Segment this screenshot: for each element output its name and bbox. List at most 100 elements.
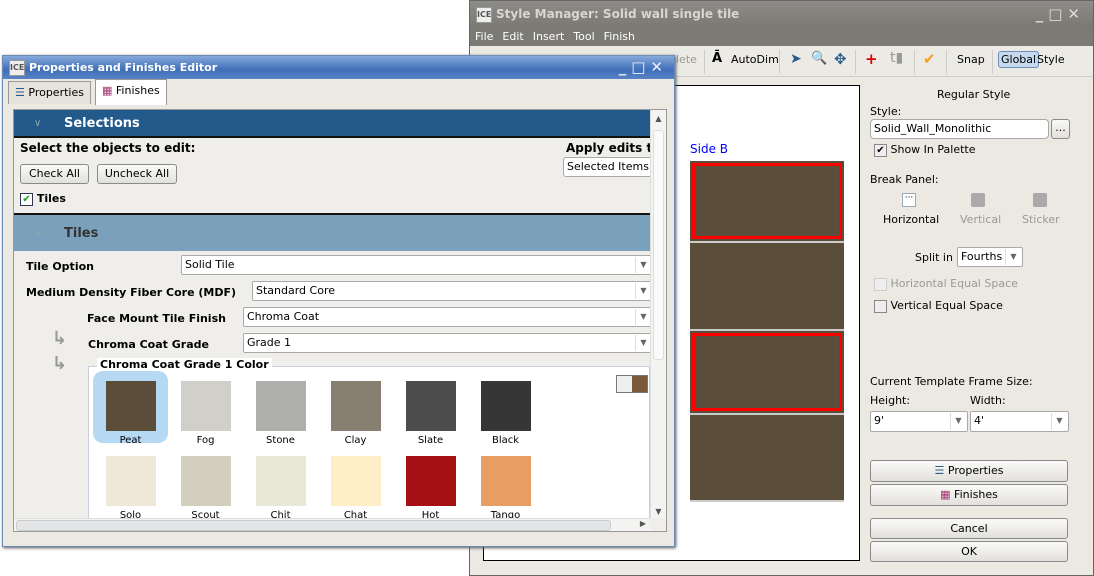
tile-panel-4[interactable] [690,415,844,502]
remove-panel-icon[interactable]: t▮ [890,50,903,66]
show-in-palette-checkbox[interactable]: ✔ Show In Palette [874,143,976,157]
ok-button[interactable]: OK [870,541,1068,562]
mdf-select[interactable]: Standard Core ▼ [252,281,653,301]
app-icon: ICE [476,7,492,23]
tab-finishes[interactable]: ▦ Finishes [95,79,167,105]
width-select[interactable]: 4' ▼ [970,411,1069,432]
break-sticker-option[interactable]: Sticker [1022,213,1060,226]
properties-button[interactable]: ☰ Properties [870,460,1068,482]
app-icon: ICE [9,60,25,76]
color-swatch-slate[interactable]: Slate [393,371,468,446]
scroll-thumb[interactable] [16,520,611,531]
color-swatch-black[interactable]: Black [468,371,543,446]
menu-bar: File Edit Insert Tool Finish [470,28,1093,46]
scroll-down-icon[interactable]: ▼ [651,507,666,516]
chroma-grade-label: Chroma Coat Grade [88,338,209,351]
menu-file[interactable]: File [470,28,497,43]
break-horizontal-option[interactable]: Horizontal [883,213,939,226]
view-toggle-icon[interactable] [616,375,648,393]
tile-panel-2[interactable] [690,243,844,331]
horizontal-scrollbar[interactable]: ▶ [14,518,650,531]
snap-button[interactable]: Snap [957,53,985,66]
add-panel-icon[interactable]: + [865,50,878,68]
color-swatch-hot[interactable]: Hot [393,446,468,521]
scroll-up-icon[interactable]: ▲ [651,114,666,123]
uncheck-all-button[interactable]: Uncheck All [97,164,177,184]
maximize-icon[interactable]: □ [1048,5,1067,23]
minimize-icon[interactable]: _ [619,58,632,76]
style-toggle[interactable]: Style [1037,53,1065,66]
close-icon[interactable]: ✕ [650,58,668,76]
width-label: Width: [970,394,1006,407]
horizontal-equal-space-checkbox[interactable]: Horizontal Equal Space [874,277,1018,291]
editor-title: Properties and Finishes Editor [29,61,218,74]
color-swatch-scout[interactable]: Scout [168,446,243,521]
pointer-icon[interactable]: ➤ [790,51,802,67]
apply-edits-label: Apply edits t [566,141,653,155]
style-field[interactable]: Solid_Wall_Monolithic [870,119,1049,139]
check-all-button[interactable]: Check All [20,164,89,184]
tiles-checkbox[interactable]: ✔ Tiles [20,192,66,206]
maximize-icon[interactable]: □ [631,58,650,76]
horizontal-break-icon[interactable]: ··· [902,193,916,207]
color-swatch-peat[interactable]: Peat [93,371,168,446]
browse-style-button[interactable]: ... [1051,119,1070,139]
color-swatch-clay[interactable]: Clay [318,371,393,446]
delete-button[interactable]: lete [676,53,697,66]
global-toggle[interactable]: Global [998,51,1040,68]
chevron-down-icon: ▼ [1005,249,1021,265]
selections-header[interactable]: ∨ Selections [14,110,650,138]
color-swatch-chit[interactable]: Chit [243,446,318,521]
menu-finish[interactable]: Finish [599,28,639,43]
vertical-equal-space-checkbox[interactable]: Vertical Equal Space [874,299,1003,313]
color-swatch-stone[interactable]: Stone [243,371,318,446]
properties-finishes-editor-window: ICE Properties and Finishes Editor _□✕ ☰… [2,55,675,547]
swatch-chip [480,381,531,431]
menu-edit[interactable]: Edit [497,28,527,43]
move-icon[interactable]: ✥ [834,50,847,68]
menu-tool[interactable]: Tool [568,28,598,43]
scroll-thumb[interactable] [653,130,664,360]
tiles-header[interactable]: ∨ Tiles [14,213,650,251]
break-vertical-option[interactable]: Vertical [960,213,1001,226]
split-in-select[interactable]: Fourths ▼ [957,247,1023,267]
finishes-button[interactable]: ▦ Finishes [870,484,1068,506]
tile-panel-1[interactable] [690,161,844,243]
chevron-down-icon: ▼ [635,257,651,273]
swatch-chip [405,456,456,506]
side-label: Side B [690,142,728,156]
height-select[interactable]: 9' ▼ [870,411,968,432]
frame-size-label: Current Template Frame Size: [870,375,1033,388]
swatch-chip [180,381,231,431]
check-icon[interactable]: ✔ [923,50,936,68]
tab-properties[interactable]: ☰ Properties [8,81,91,104]
swatch-chip [105,381,156,431]
style-manager-titlebar[interactable]: ICE Style Manager: Solid wall single til… [470,1,1093,28]
color-swatch-fog[interactable]: Fog [168,371,243,446]
swatch-label: Black [491,435,520,446]
cancel-button[interactable]: Cancel [870,518,1068,539]
vertical-scrollbar[interactable]: ▲ ▼ [650,110,666,518]
checkbox-icon: ✔ [874,143,887,157]
minimize-icon[interactable]: _ [1036,5,1049,23]
color-swatch-tango[interactable]: Tango [468,446,543,521]
close-icon[interactable]: ✕ [1067,5,1085,23]
color-swatch-solo[interactable]: Solo [93,446,168,521]
color-swatch-chat[interactable]: Chat [318,446,393,521]
editor-titlebar[interactable]: ICE Properties and Finishes Editor _□✕ [3,56,674,79]
tile-option-select[interactable]: Solid Tile ▼ [181,255,653,275]
break-panel-label: Break Panel: [870,173,939,186]
vertical-break-icon[interactable] [971,193,985,207]
zoom-icon[interactable]: 🔍 [811,51,827,66]
menu-insert[interactable]: Insert [528,28,569,43]
sticker-break-icon[interactable] [1033,193,1047,207]
tile-panel-3[interactable] [690,331,844,415]
checkbox-icon: ✔ [20,192,33,206]
face-mount-finish-select[interactable]: Chroma Coat ▼ [243,307,653,327]
swatch-label: Stone [266,435,295,446]
chevron-down-icon: ▼ [950,413,966,430]
chroma-grade-select[interactable]: Grade 1 ▼ [243,333,653,353]
apply-edits-select[interactable]: Selected Items [563,157,653,177]
autodim-button[interactable]: AutoDim [731,53,779,66]
scroll-right-icon[interactable]: ▶ [640,519,646,528]
